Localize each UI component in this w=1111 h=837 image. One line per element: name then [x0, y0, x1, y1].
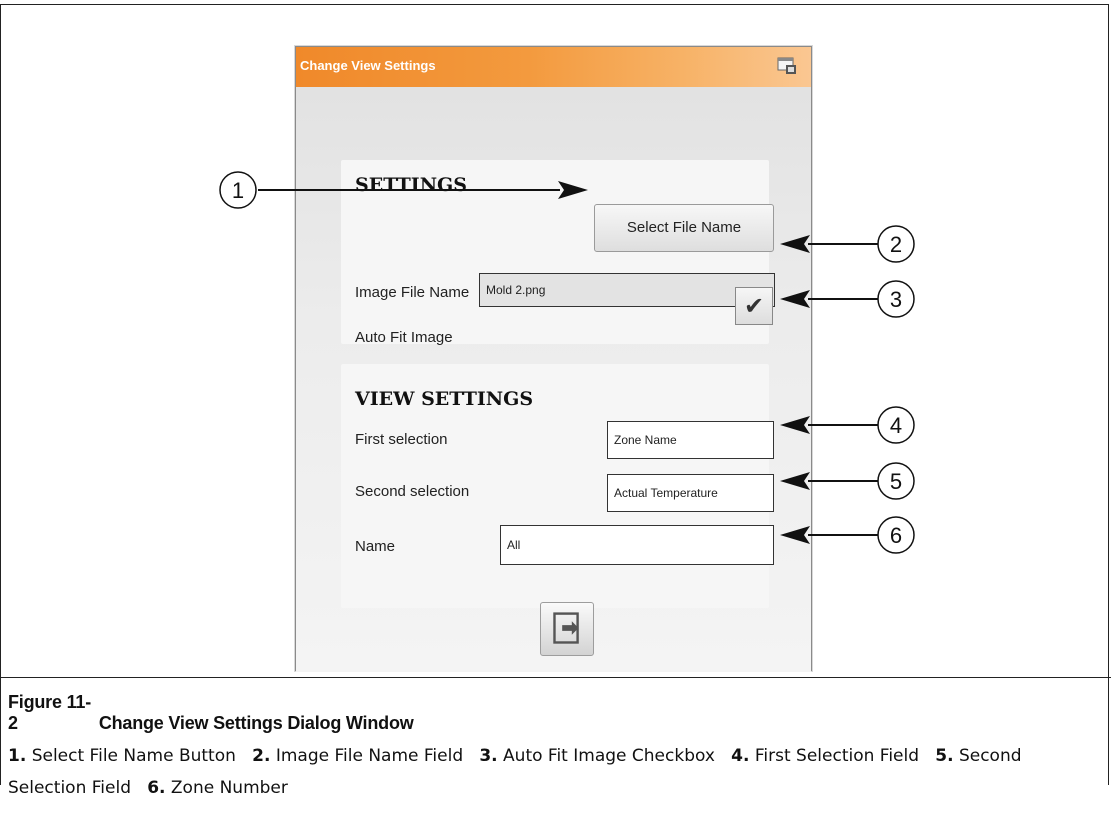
- figure-divider: [0, 677, 1111, 678]
- settings-panel: SETTINGS Select File Name Image File Nam…: [341, 160, 775, 346]
- legend-item: 3. Auto Fit Image Checkbox: [479, 746, 715, 766]
- figure-number: Figure 11-2: [8, 692, 92, 733]
- exit-button[interactable]: [540, 602, 594, 656]
- name-field[interactable]: All: [500, 525, 774, 565]
- figure-legend: 1. Select File Name Button 2. Image File…: [8, 740, 1098, 804]
- legend-item: 1. Select File Name Button: [8, 746, 236, 766]
- figure-title: Change View Settings Dialog Window: [98, 713, 414, 733]
- dialog-body: SETTINGS Select File Name Image File Nam…: [296, 87, 811, 672]
- dialog-title: Change View Settings: [300, 58, 436, 73]
- first-selection-label: First selection: [355, 431, 448, 448]
- auto-fit-image-label: Auto Fit Image: [355, 329, 453, 346]
- image-file-name-field[interactable]: Mold 2.png: [479, 273, 775, 307]
- figure-caption: Figure 11-2 Change View Settings Dialog …: [8, 692, 414, 734]
- name-label: Name: [355, 538, 396, 555]
- first-selection-field[interactable]: Zone Name: [607, 421, 774, 459]
- view-settings-heading: VIEW SETTINGS: [355, 388, 534, 410]
- legend-item: 4. First Selection Field: [731, 746, 920, 766]
- change-view-settings-dialog: Change View Settings SETTINGS Select Fil…: [295, 46, 812, 672]
- window-icon[interactable]: [777, 57, 797, 75]
- legend-item: 2. Image File Name Field: [252, 746, 464, 766]
- select-file-name-button[interactable]: Select File Name: [594, 204, 774, 252]
- view-settings-panel: VIEW SETTINGS First selection Zone Name …: [341, 364, 774, 608]
- second-selection-label: Second selection: [355, 483, 470, 500]
- image-file-name-label: Image File Name: [355, 284, 470, 301]
- checkmark-icon: ✔: [743, 292, 765, 320]
- auto-fit-image-checkbox[interactable]: ✔: [735, 287, 773, 325]
- exit-icon: [553, 612, 579, 644]
- dialog-titlebar: Change View Settings: [296, 47, 811, 87]
- legend-item: 6. Zone Number: [147, 778, 288, 798]
- second-selection-field[interactable]: Actual Temperature: [607, 474, 774, 512]
- settings-heading: SETTINGS: [355, 174, 468, 196]
